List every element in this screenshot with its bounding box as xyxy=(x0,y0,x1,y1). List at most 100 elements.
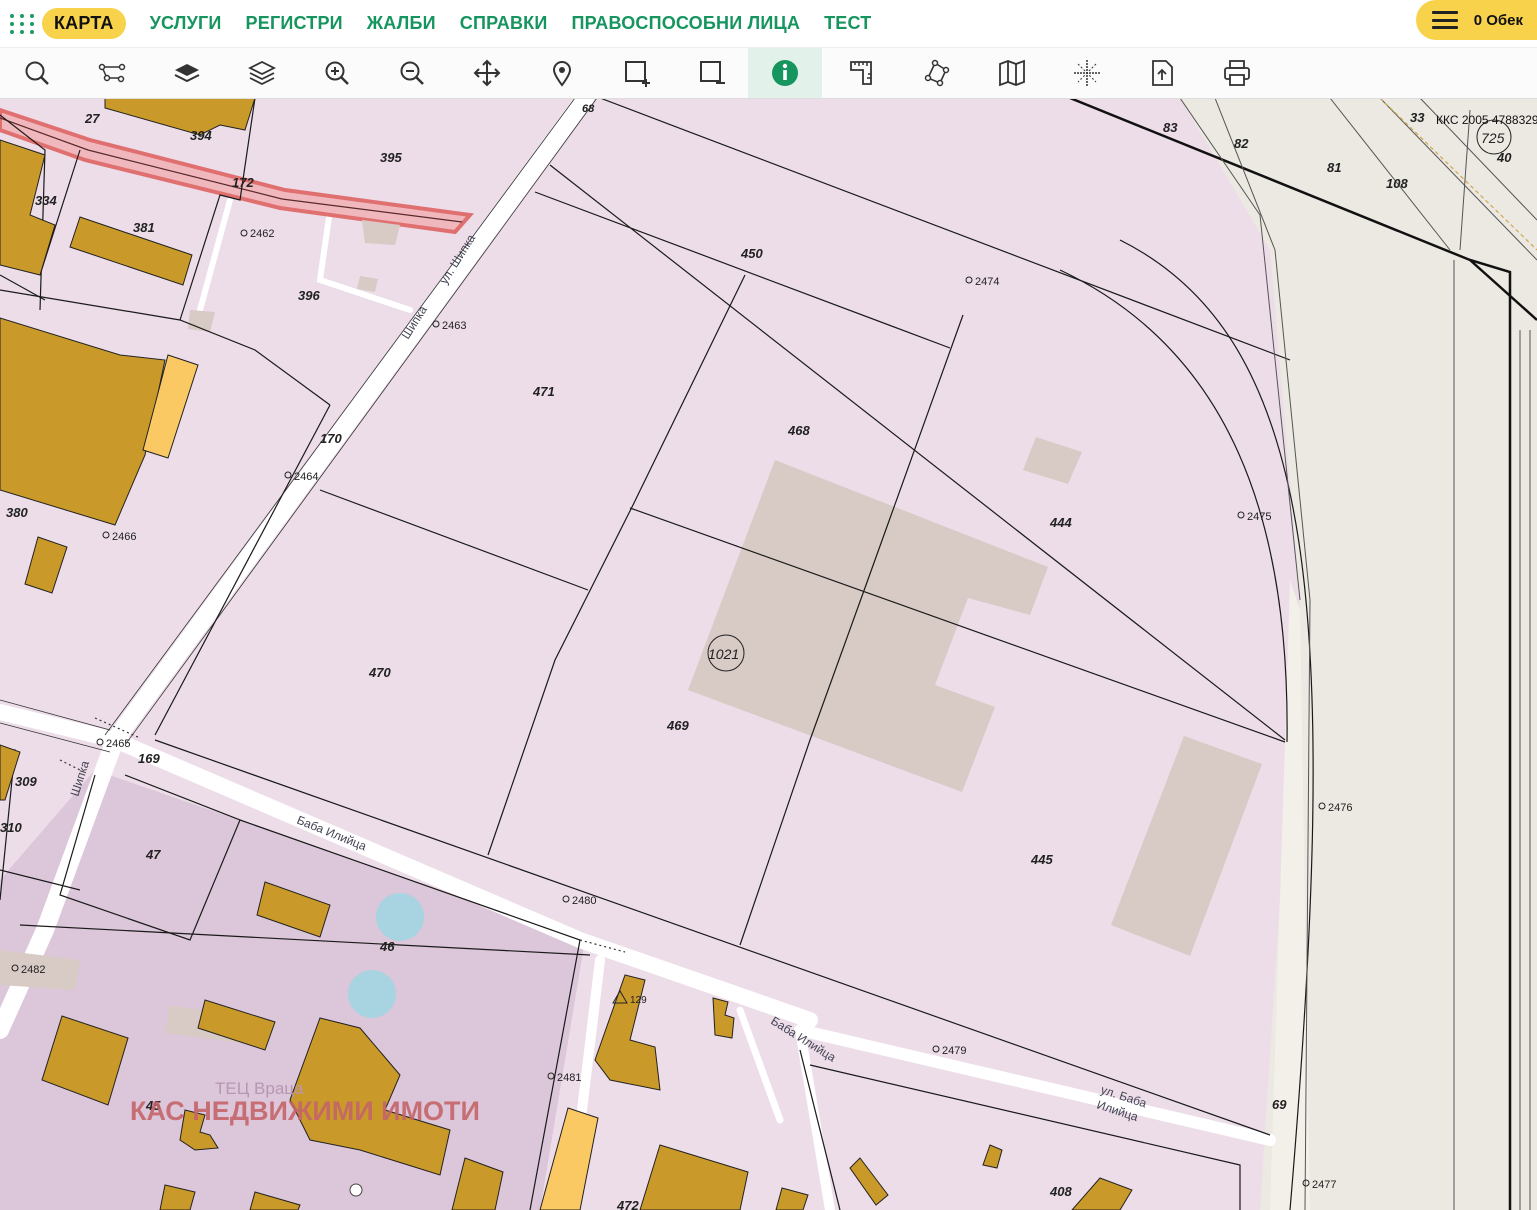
coordinate-system-label: ККС 2005 4788329 xyxy=(1436,113,1537,127)
parcel-label: 394 xyxy=(190,128,212,143)
map-tool-button[interactable] xyxy=(975,48,1049,98)
route-tool-button[interactable] xyxy=(75,48,149,98)
parcel-label: 468 xyxy=(787,423,810,438)
point-label: 2477 xyxy=(1312,1179,1336,1191)
nav-item-registers[interactable]: РЕГИСТРИ xyxy=(246,13,343,34)
pan-icon xyxy=(473,59,501,87)
parcel-label: 381 xyxy=(133,220,155,235)
sheet-label: 725 xyxy=(1481,130,1505,146)
select-add-icon xyxy=(625,61,650,87)
marker-tool-button[interactable] xyxy=(525,48,599,98)
parcel-label: 170 xyxy=(320,431,342,446)
map-icon xyxy=(999,59,1025,87)
parcel-label: 450 xyxy=(740,246,763,261)
cadastral-region-label: 1021 xyxy=(708,646,739,662)
parcel-label: 380 xyxy=(6,505,28,520)
parcel-label: 172 xyxy=(232,175,254,190)
watermark: КАС НЕДВИЖИМИ ИМОТИ xyxy=(130,1096,480,1126)
point-label: 2465 xyxy=(106,738,130,750)
map-toolbar xyxy=(0,48,1537,99)
parcel-label: 445 xyxy=(1030,852,1053,867)
parcel-label: 309 xyxy=(15,774,37,789)
search-icon xyxy=(25,61,49,85)
route-icon xyxy=(98,63,126,83)
parcel-label: 47 xyxy=(145,847,161,862)
parcel-label: 469 xyxy=(666,718,689,733)
cadastral-map[interactable]: 394 395 27 172 334 381 396 471 468 450 4… xyxy=(0,98,1537,1210)
parcel-label: 83 xyxy=(1163,120,1178,135)
marker-icon xyxy=(552,61,572,87)
water-reservoir xyxy=(376,893,424,941)
select-remove-icon xyxy=(700,61,725,84)
parcel-label: 33 xyxy=(1410,110,1425,125)
layer-icon xyxy=(174,64,200,83)
parcel-label: 310 xyxy=(0,820,22,835)
parcel-label: 81 xyxy=(1327,160,1341,175)
point-label: 2480 xyxy=(572,895,596,907)
apps-grid-icon[interactable] xyxy=(10,11,36,37)
parcel-label: 471 xyxy=(532,384,555,399)
nav-item-licensed-persons[interactable]: ПРАВОСПОСОБНИ ЛИЦА xyxy=(571,13,800,34)
crosshair-tool-button[interactable] xyxy=(1050,48,1124,98)
parcel-label: 472 xyxy=(616,1198,639,1210)
parcel-label: 395 xyxy=(380,150,402,165)
parcel-label: 108 xyxy=(1386,176,1408,191)
zoom-out-icon xyxy=(400,61,424,85)
zoom-out-button[interactable] xyxy=(375,48,449,98)
nav-item-complaints[interactable]: ЖАЛБИ xyxy=(367,13,436,34)
parcel-label: 408 xyxy=(1049,1184,1072,1199)
print-tool-button[interactable] xyxy=(1200,48,1274,98)
select-remove-button[interactable] xyxy=(675,48,749,98)
point-label: 2462 xyxy=(250,228,274,240)
layer-tool-button[interactable] xyxy=(150,48,224,98)
nav-item-map[interactable]: КАРТА xyxy=(42,8,126,39)
nav-item-references[interactable]: СПРАВКИ xyxy=(460,13,548,34)
info-tool-button[interactable] xyxy=(748,48,822,98)
objects-cart-button[interactable]: 0 Обек xyxy=(1415,0,1537,40)
select-add-button[interactable] xyxy=(600,48,674,98)
measure-tool-button[interactable] xyxy=(825,48,899,98)
parcel-label: 46 xyxy=(379,939,395,954)
pan-tool-button[interactable] xyxy=(450,48,524,98)
parcel-label: 396 xyxy=(298,288,320,303)
parcel-label: 129 xyxy=(630,995,647,1006)
measure-icon xyxy=(850,61,872,85)
polygon-tool-button[interactable] xyxy=(900,48,974,98)
parcel-label: 169 xyxy=(138,751,160,766)
parcel-label: 82 xyxy=(1234,136,1249,151)
layers-tool-button[interactable] xyxy=(225,48,299,98)
parcel-label: 27 xyxy=(84,111,100,126)
export-icon xyxy=(1152,60,1173,86)
menu-icon xyxy=(1431,11,1458,29)
point-label: 2482 xyxy=(21,964,45,976)
search-tool-button[interactable] xyxy=(0,48,74,98)
zoom-in-button[interactable] xyxy=(300,48,374,98)
parcel-label: 444 xyxy=(1049,515,1072,530)
parcel-label: 470 xyxy=(368,665,391,680)
zoom-in-icon xyxy=(325,61,349,85)
info-icon xyxy=(772,60,798,86)
point-label: 2464 xyxy=(294,471,318,483)
point-label: 2476 xyxy=(1328,802,1352,814)
point-label: 2474 xyxy=(975,276,999,288)
crosshair-icon xyxy=(1074,60,1100,86)
point-label: 2466 xyxy=(112,531,136,543)
export-tool-button[interactable] xyxy=(1125,48,1199,98)
point-label: 2463 xyxy=(442,320,466,332)
parcel-label: 40 xyxy=(1496,150,1512,165)
polygon-icon xyxy=(924,59,950,87)
parcel-label: 334 xyxy=(35,193,57,208)
parcel-label: 69 xyxy=(1272,1097,1287,1112)
cart-count-label: 0 Обек xyxy=(1473,11,1523,29)
top-navigation: КАРТА УСЛУГИ РЕГИСТРИ ЖАЛБИ СПРАВКИ ПРАВ… xyxy=(0,0,1537,48)
point-label: 2479 xyxy=(942,1045,966,1057)
parcel-label: 68 xyxy=(582,103,595,115)
layers-icon xyxy=(247,60,277,86)
water-reservoir xyxy=(348,970,396,1018)
nav-item-test[interactable]: ТЕСТ xyxy=(824,13,871,34)
point-label: 2475 xyxy=(1247,511,1271,523)
point-label: 2481 xyxy=(557,1072,581,1084)
nav-item-services[interactable]: УСЛУГИ xyxy=(150,13,222,34)
print-icon xyxy=(1224,60,1250,86)
map-symbol xyxy=(349,1183,363,1197)
